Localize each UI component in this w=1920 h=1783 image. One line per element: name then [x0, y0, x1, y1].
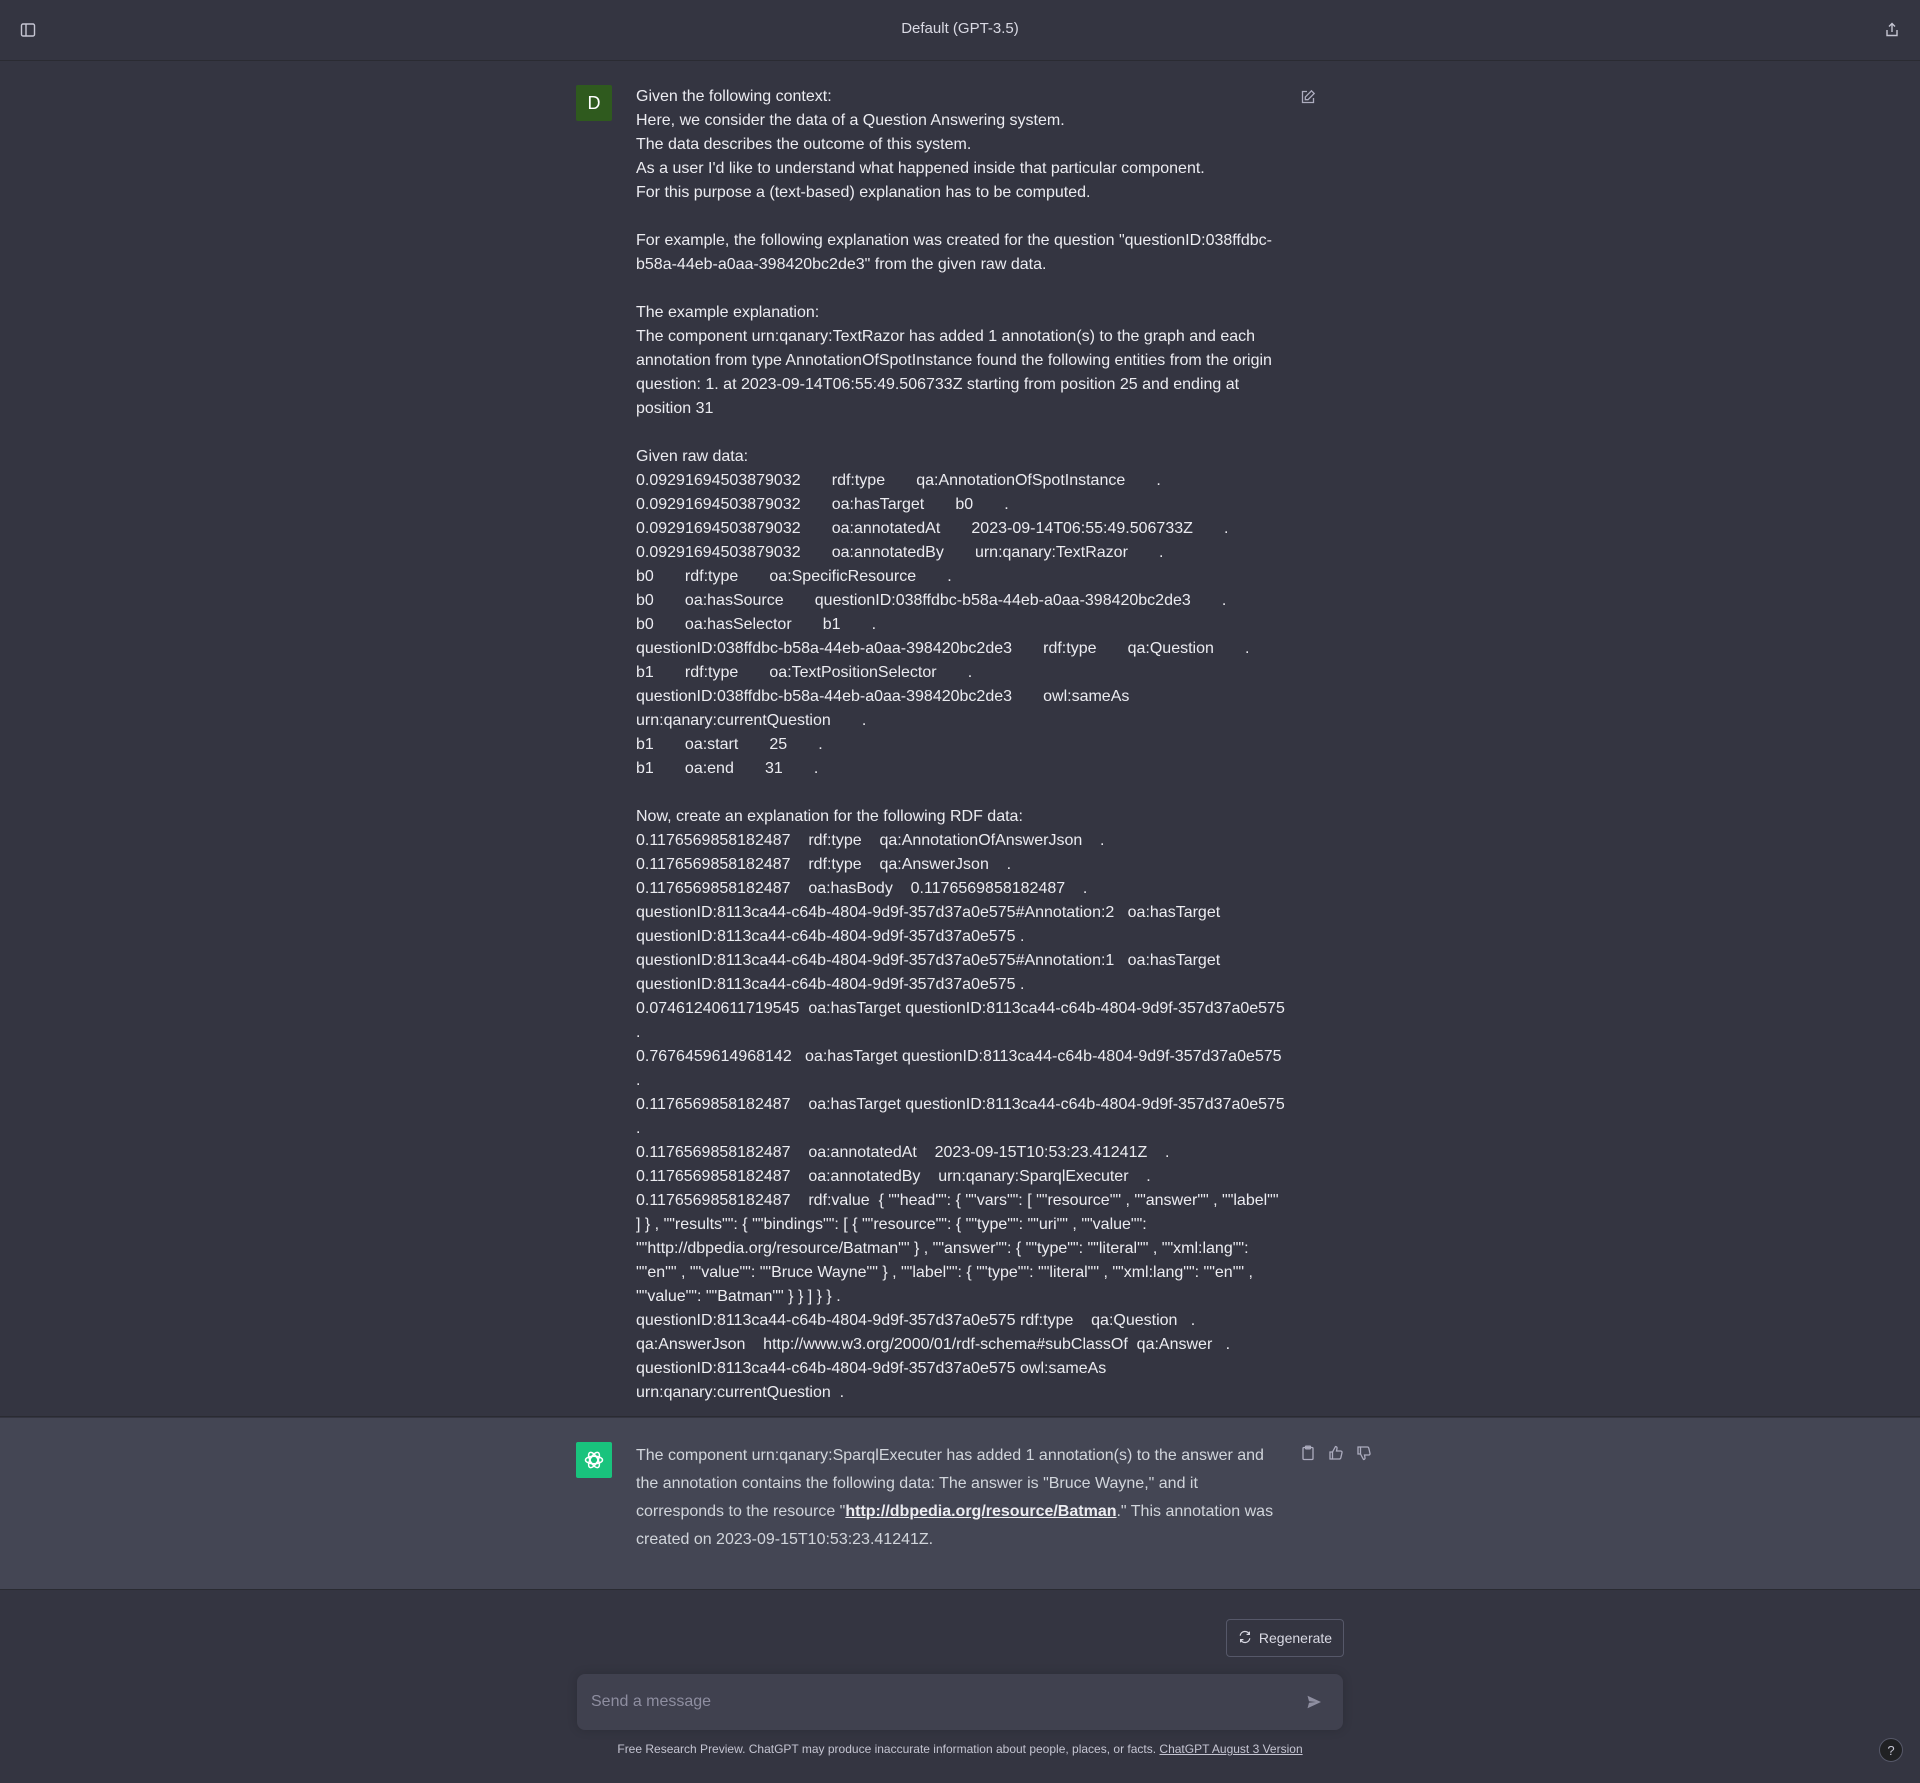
clipboard-icon[interactable]: [1297, 1442, 1319, 1464]
thumbs-up-icon[interactable]: [1325, 1442, 1347, 1464]
message-composer: [577, 1674, 1343, 1730]
share-icon[interactable]: [1880, 18, 1904, 42]
refresh-icon: [1238, 1630, 1252, 1647]
regenerate-button[interactable]: Regenerate: [1226, 1619, 1344, 1657]
avatar: D: [576, 85, 612, 121]
send-icon[interactable]: [1302, 1690, 1326, 1714]
regenerate-label: Regenerate: [1258, 1630, 1333, 1646]
message-input[interactable]: [591, 1690, 1271, 1714]
resource-link[interactable]: http://dbpedia.org/resource/Batman: [845, 1503, 1116, 1520]
message-actions: [1297, 1442, 1375, 1464]
assistant-message: The component urn:qanary:SparqlExecuter …: [0, 1418, 1920, 1590]
chatgpt-logo-icon: [576, 1442, 612, 1478]
thumbs-down-icon[interactable]: [1353, 1442, 1375, 1464]
user-message: D Given the following context: Here, we …: [0, 61, 1920, 1449]
version-link[interactable]: ChatGPT August 3 Version: [1159, 1742, 1302, 1756]
user-message-text: Given the following context: Here, we co…: [636, 88, 1285, 1449]
top-bar: Default (GPT-3.5): [0, 0, 1920, 61]
footer-text: Free Research Preview. ChatGPT may produ…: [617, 1742, 1160, 1756]
page-title: Default (GPT-3.5): [901, 20, 1019, 37]
edit-icon[interactable]: [1296, 85, 1320, 109]
footer-disclaimer: Free Research Preview. ChatGPT may produ…: [0, 1742, 1920, 1756]
assistant-message-text: The component urn:qanary:SparqlExecuter …: [636, 1442, 1286, 1554]
help-button[interactable]: ?: [1879, 1738, 1903, 1762]
